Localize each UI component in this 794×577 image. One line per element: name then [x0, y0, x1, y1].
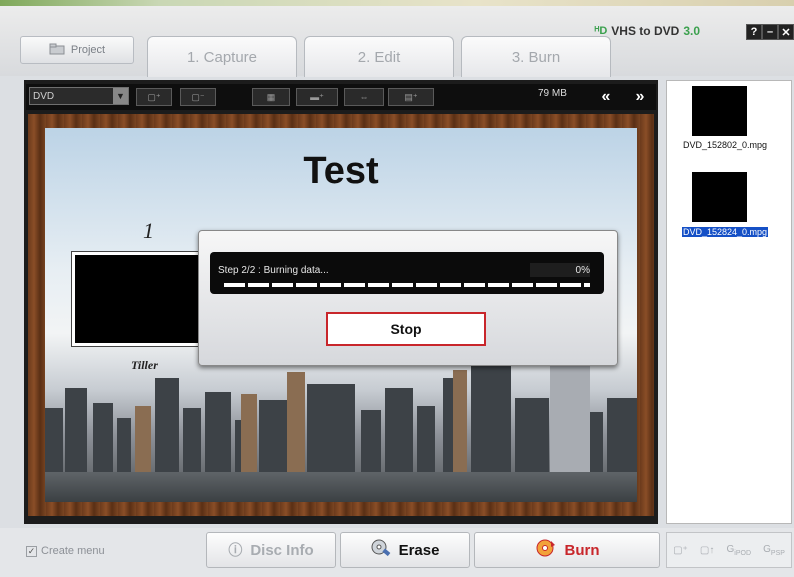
water	[45, 472, 637, 502]
chevron-right-icon: »	[635, 88, 645, 105]
tab-burn[interactable]: 3. Burn	[461, 36, 611, 77]
minimize-icon: –	[766, 26, 774, 38]
tab-burn-label: 3. Burn	[511, 48, 561, 66]
chapter-thumbnail[interactable]	[71, 251, 209, 347]
tab-edit-label: 2. Edit	[357, 48, 401, 66]
video-thumbnail-2[interactable]	[692, 172, 747, 222]
format-select-value: DVD	[33, 91, 55, 102]
erase-label: Erase	[398, 541, 440, 559]
burn-status-text: Step 2/2 : Burning data...	[218, 265, 329, 276]
video-thumbnail-1[interactable]	[692, 86, 747, 136]
help-icon: ?	[750, 26, 758, 38]
close-icon: ✕	[781, 26, 791, 39]
tab-capture-label: 1. Capture	[186, 48, 258, 66]
add-button-icon[interactable]: ▤⁺	[388, 88, 434, 106]
import-video-icon[interactable]: ▢⁺	[673, 545, 688, 556]
chevron-left-icon: «	[601, 88, 611, 105]
disc-info-label: Disc Info	[250, 541, 314, 559]
chapter-label[interactable]: Tiller	[131, 358, 158, 373]
stop-label: Stop	[390, 321, 422, 337]
chapter-number: 1	[143, 218, 154, 243]
prev-page-button[interactable]: «	[592, 86, 620, 108]
burn-button[interactable]: Burn	[474, 532, 660, 568]
disc-size-label: 79 MB	[538, 88, 567, 99]
tab-edit[interactable]: 2. Edit	[304, 36, 454, 77]
progress-bar	[224, 283, 590, 287]
video-filename-2[interactable]: DVD_152824_0.mpg	[682, 227, 769, 237]
tab-capture[interactable]: 1. Capture	[147, 36, 297, 77]
remove-title-icon[interactable]: ▢⁻	[180, 88, 216, 106]
checkbox-icon: ✓	[26, 545, 37, 557]
app-name: VHS to DVD	[611, 24, 680, 38]
burn-disc-icon	[535, 539, 557, 561]
burn-label: Burn	[564, 541, 600, 559]
video-filename-1[interactable]: DVD_152802_0.mpg	[683, 140, 767, 150]
add-background-icon[interactable]: ▬⁺	[296, 88, 338, 106]
ipod-export-button[interactable]: GiPOD	[727, 544, 752, 557]
create-menu-checkbox[interactable]: ✓ Create menu	[26, 545, 105, 557]
project-button[interactable]: Project	[20, 36, 134, 64]
export-tools: ▢⁺ ▢↑ GiPOD GPSP	[666, 532, 792, 568]
app-brand: ᴴD VHS to DVD 3.0	[595, 24, 700, 38]
next-page-button[interactable]: »	[626, 86, 654, 108]
help-button[interactable]: ?	[746, 24, 762, 40]
close-button[interactable]: ✕	[778, 24, 794, 40]
dropdown-arrow-icon[interactable]: ▼	[113, 88, 128, 104]
info-icon: ⓘ	[228, 542, 243, 558]
menu-template-icon[interactable]: ▦	[252, 88, 290, 106]
app-version: 3.0	[683, 24, 700, 38]
stop-button[interactable]: Stop	[326, 312, 486, 346]
export-video-icon[interactable]: ▢↑	[700, 545, 714, 556]
move-layout-icon[interactable]: ⇔	[344, 88, 384, 106]
burn-percent: 0%	[575, 265, 590, 276]
add-title-icon[interactable]: ▢⁺	[136, 88, 172, 106]
project-label: Project	[70, 44, 106, 56]
disc-info-button[interactable]: ⓘ Disc Info	[206, 532, 336, 568]
psp-label: PSP	[770, 549, 785, 557]
brand-logo-icon: ᴴD	[594, 25, 608, 37]
psp-export-button[interactable]: GPSP	[763, 544, 785, 557]
menu-title[interactable]: Test	[45, 150, 637, 193]
folder-icon	[49, 43, 65, 58]
create-menu-label: Create menu	[41, 545, 105, 557]
ipod-label: iPOD	[734, 549, 752, 557]
erase-disc-icon	[371, 539, 391, 561]
minimize-button[interactable]: –	[762, 24, 778, 40]
erase-button[interactable]: Erase	[340, 532, 470, 568]
